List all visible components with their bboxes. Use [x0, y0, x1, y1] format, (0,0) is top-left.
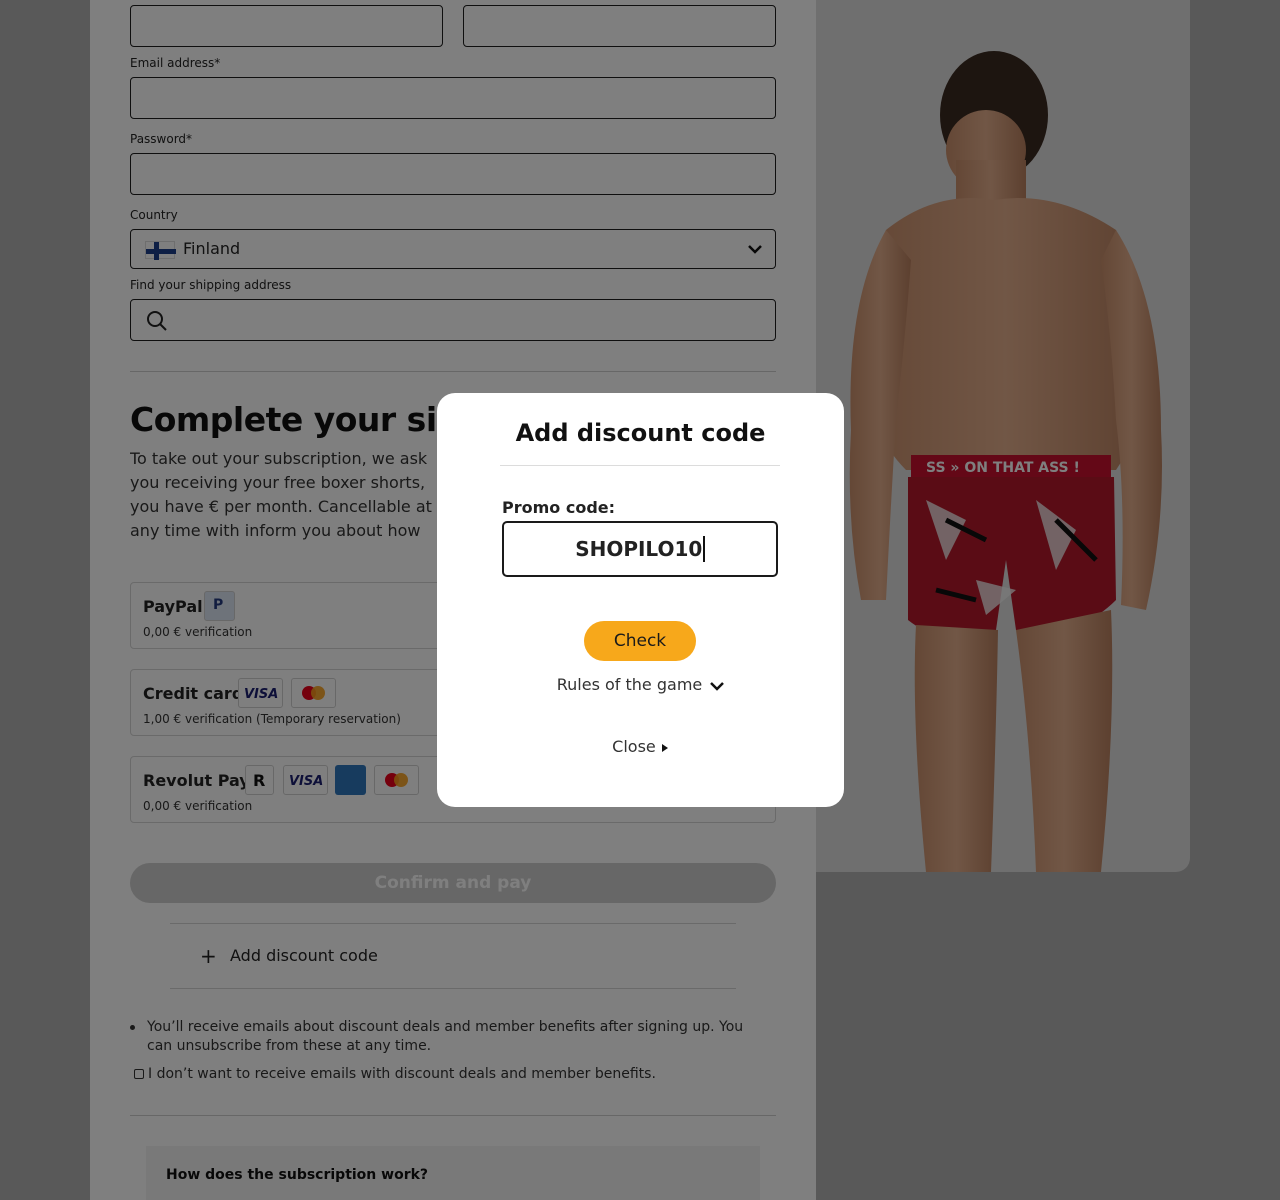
check-button[interactable]: Check — [584, 621, 696, 661]
close-link[interactable]: Close — [437, 737, 844, 756]
chevron-down-icon — [710, 681, 725, 691]
text-caret — [703, 535, 705, 562]
close-label: Close — [612, 737, 656, 756]
rules-of-the-game-toggle[interactable]: Rules of the game — [437, 675, 844, 694]
chevron-right-icon — [661, 743, 668, 752]
modal-divider — [500, 465, 780, 466]
discount-code-modal: Add discount code Promo code: SHOPILO10 … — [437, 393, 844, 807]
promo-code-label: Promo code: — [502, 498, 616, 517]
rules-label: Rules of the game — [556, 675, 703, 694]
promo-code-value: SHOPILO10 — [575, 537, 703, 561]
modal-title: Add discount code — [515, 419, 766, 447]
promo-code-input[interactable]: SHOPILO10 — [502, 521, 778, 577]
